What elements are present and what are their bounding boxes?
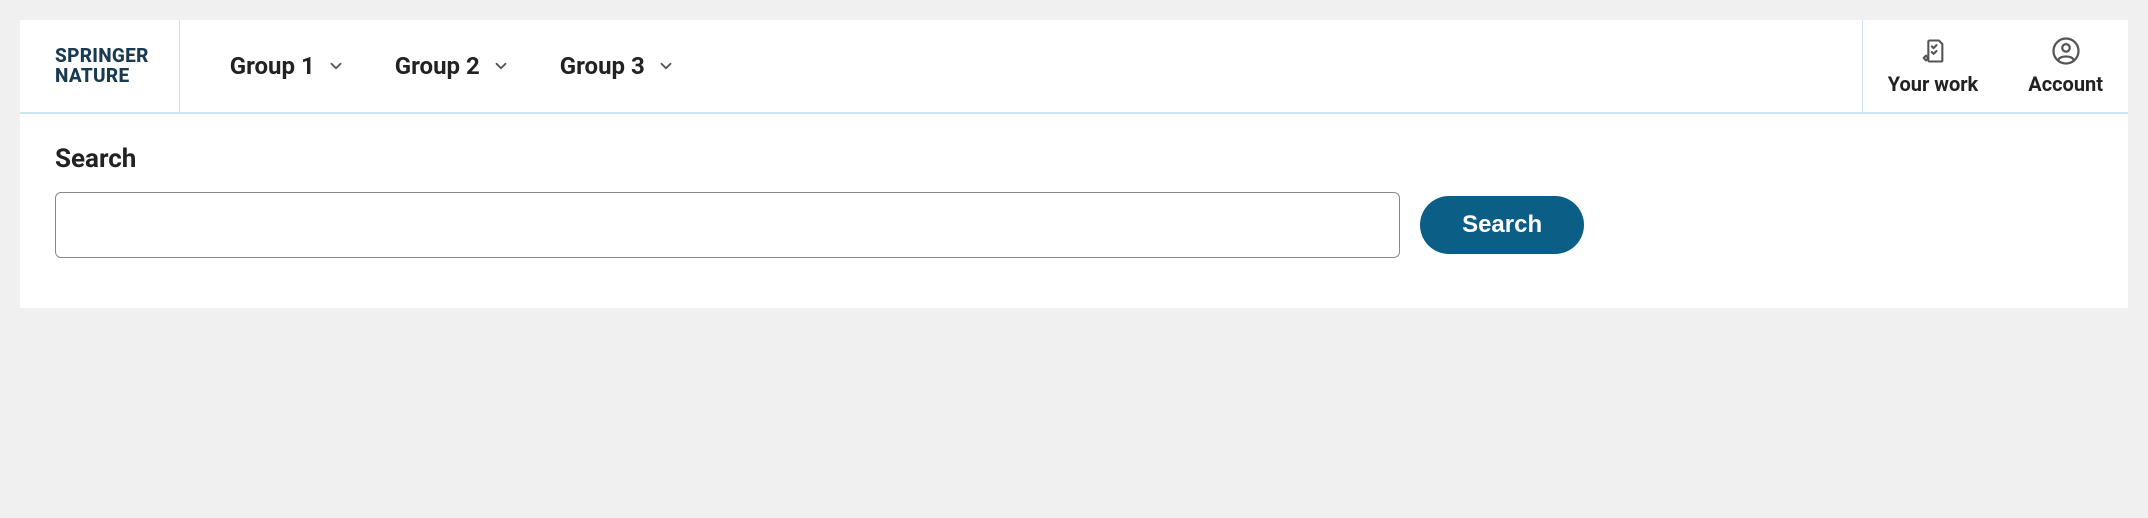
your-work-icon <box>1918 36 1948 66</box>
search-button[interactable]: Search <box>1420 196 1584 254</box>
account-label: Account <box>2028 72 2103 96</box>
nav-label: Group 2 <box>395 52 480 80</box>
logo-line2: NATURE <box>55 66 149 86</box>
search-input[interactable] <box>55 192 1400 258</box>
your-work-button[interactable]: Your work <box>1863 20 2004 112</box>
account-button[interactable]: Account <box>2003 20 2128 112</box>
chevron-down-icon <box>657 57 675 75</box>
search-row: Search <box>55 192 2093 258</box>
account-icon <box>2051 36 2081 66</box>
nav-group-1[interactable]: Group 1 <box>230 52 345 80</box>
chevron-down-icon <box>327 57 345 75</box>
nav-label: Group 3 <box>560 52 645 80</box>
search-heading: Search <box>55 144 2093 174</box>
nav-label: Group 1 <box>230 52 315 80</box>
logo-line1: SPRINGER <box>55 46 149 66</box>
main-nav: Group 1 Group 2 Group 3 <box>180 20 1862 112</box>
search-section: Search Search <box>20 114 2128 308</box>
nav-group-3[interactable]: Group 3 <box>560 52 675 80</box>
your-work-label: Your work <box>1888 72 1979 96</box>
logo-text: SPRINGER NATURE <box>55 46 149 86</box>
nav-group-2[interactable]: Group 2 <box>395 52 510 80</box>
app-container: SPRINGER NATURE Group 1 Group 2 Group 3 <box>20 20 2128 308</box>
chevron-down-icon <box>492 57 510 75</box>
header: SPRINGER NATURE Group 1 Group 2 Group 3 <box>20 20 2128 114</box>
header-right: Your work Account <box>1862 20 2128 112</box>
logo[interactable]: SPRINGER NATURE <box>20 20 180 112</box>
